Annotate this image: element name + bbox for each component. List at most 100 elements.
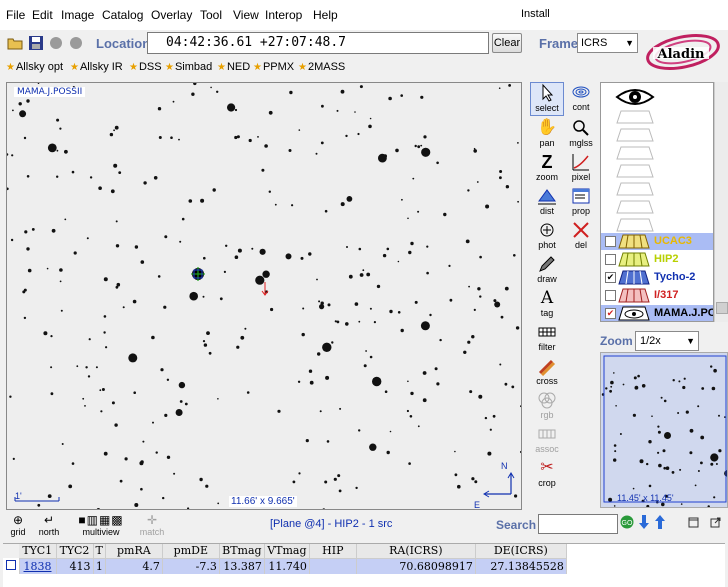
col-t[interactable]: T <box>93 544 106 559</box>
layer-i317[interactable]: I/317 <box>601 287 713 304</box>
star <box>700 435 705 440</box>
star <box>648 484 652 488</box>
menu-tool[interactable]: Tool <box>200 8 222 22</box>
col-vtmag[interactable]: VTmag <box>264 544 310 559</box>
menu-help[interactable]: Help <box>313 8 338 22</box>
menu-interop[interactable]: Interop <box>265 8 302 22</box>
location-input[interactable]: 04:42:36.61 +27:07:48.7 <box>147 32 489 54</box>
star <box>292 480 296 484</box>
col-ra[interactable]: RA(ICRS) <box>356 544 476 559</box>
star <box>376 284 381 289</box>
tool-pixel[interactable]: pixel <box>564 152 598 186</box>
bookmark-dss[interactable]: ★DSS <box>129 61 162 73</box>
zoom-preview[interactable]: 11.45' x 11.45' <box>600 352 728 508</box>
tool-rgb[interactable]: rgb <box>530 390 564 424</box>
star <box>369 443 377 451</box>
open-folder-icon[interactable] <box>7 35 23 51</box>
tool-mglss[interactable]: mglss <box>564 118 598 152</box>
tool-filter[interactable]: filter <box>530 322 564 356</box>
tool-phot[interactable]: phot <box>530 220 564 254</box>
tool-dist[interactable]: dist <box>530 186 564 220</box>
save-disk-icon[interactable] <box>28 35 44 51</box>
tool-assoc[interactable]: assoc <box>530 424 564 458</box>
menu-catalog[interactable]: Catalog <box>102 8 143 22</box>
star <box>321 104 324 108</box>
tool-select[interactable]: select <box>530 82 564 116</box>
arrow-down-icon[interactable] <box>638 514 650 530</box>
layer-checkbox[interactable] <box>605 236 616 247</box>
tool-prop[interactable]: prop <box>564 186 598 220</box>
sky-view[interactable]: N E MAMA.J.POSSII 1' 11.66' x 9.665' <box>6 82 522 510</box>
star <box>59 268 63 272</box>
frame-select[interactable]: ICRS ▼ <box>577 33 638 53</box>
menu-edit[interactable]: Edit <box>32 8 53 22</box>
north-button[interactable]: ↵ north <box>36 513 62 537</box>
cell-tyc1[interactable]: 1838 <box>19 558 57 574</box>
bookmark-ppmx[interactable]: ★PPMX <box>253 61 294 73</box>
popout-icon[interactable] <box>710 517 721 528</box>
go-icon[interactable]: GO <box>620 515 634 529</box>
col-pmra[interactable]: pmRA <box>105 544 163 559</box>
scrollbar-thumb[interactable] <box>716 302 728 314</box>
install-link[interactable]: Install <box>521 8 550 20</box>
multiview-button[interactable]: ■▥▦▩ multiview <box>66 513 136 537</box>
tool-crop[interactable]: ✂ crop <box>530 458 564 492</box>
multiview-icon: ■▥▦▩ <box>78 513 124 527</box>
star <box>485 204 490 209</box>
tool-cont[interactable]: cont <box>564 82 598 116</box>
layer-ucac3[interactable]: UCAC3 <box>601 233 713 250</box>
bookmark-ned[interactable]: ★NED <box>217 61 250 73</box>
layer-hip2[interactable]: HIP2 <box>601 251 713 268</box>
menu-overlay[interactable]: Overlay <box>151 8 192 22</box>
tool-zoom[interactable]: Z zoom <box>530 152 564 186</box>
layer-checkbox[interactable] <box>605 290 616 301</box>
star <box>109 132 114 137</box>
tool-cross[interactable]: cross <box>530 356 564 390</box>
star <box>37 503 41 507</box>
clear-button[interactable]: Clear <box>492 33 522 53</box>
tool-del[interactable]: del <box>564 220 598 254</box>
col-btmag[interactable]: BTmag <box>219 544 265 559</box>
bookmark-2mass[interactable]: ★2MASS <box>298 61 345 73</box>
col-hip[interactable]: HIP <box>309 544 357 559</box>
menu-file[interactable]: File <box>6 8 25 22</box>
star <box>426 271 429 275</box>
star <box>710 453 719 462</box>
star <box>711 386 716 391</box>
bookmark-allsky-ir[interactable]: ★Allsky IR <box>70 61 123 73</box>
menu-view[interactable]: View <box>233 8 259 22</box>
menu-image[interactable]: Image <box>61 8 94 22</box>
back-icon[interactable] <box>68 35 84 51</box>
star <box>71 170 75 174</box>
col-de[interactable]: DE(ICRS) <box>475 544 567 559</box>
search-input[interactable] <box>538 514 618 534</box>
zoom-select[interactable]: 1/2x ▼ <box>635 331 699 351</box>
star <box>24 230 28 234</box>
star <box>386 450 390 455</box>
col-tyc2[interactable]: TYC2 <box>56 544 94 559</box>
tool-tag[interactable]: A tag <box>530 288 564 322</box>
sky-background <box>601 353 727 507</box>
star <box>12 457 15 460</box>
print-icon[interactable] <box>48 35 64 51</box>
table-row[interactable]: 1838 413 1 4.7 -7.3 13.387 11.740 70.680… <box>3 558 567 574</box>
col-pmde[interactable]: pmDE <box>162 544 220 559</box>
layer-scrollbar[interactable] <box>714 82 728 322</box>
col-tyc1[interactable]: TYC1 <box>19 544 57 559</box>
grid-button[interactable]: ⊕ grid <box>7 513 29 537</box>
layer-checkbox[interactable] <box>605 254 616 265</box>
bookmark-allsky-opt[interactable]: ★Allsky opt <box>6 61 63 73</box>
star <box>166 378 170 381</box>
layer-checkbox[interactable]: ✔ <box>605 272 616 283</box>
eye-icon[interactable] <box>615 85 655 109</box>
restore-window-icon[interactable] <box>688 517 699 528</box>
layer-mama[interactable]: ✔ MAMA.J.PO <box>601 305 713 321</box>
layer-tycho2[interactable]: ✔ Tycho-2 <box>601 269 713 286</box>
tool-pan[interactable]: ✋ pan <box>530 118 564 152</box>
bookmark-simbad[interactable]: ★Simbad <box>165 61 212 73</box>
layer-checkbox[interactable]: ✔ <box>605 308 616 319</box>
match-button[interactable]: ✛ match <box>137 513 167 537</box>
tool-draw[interactable]: draw <box>530 254 564 288</box>
row-checkbox[interactable] <box>3 558 20 574</box>
arrow-up-icon[interactable] <box>654 514 666 530</box>
